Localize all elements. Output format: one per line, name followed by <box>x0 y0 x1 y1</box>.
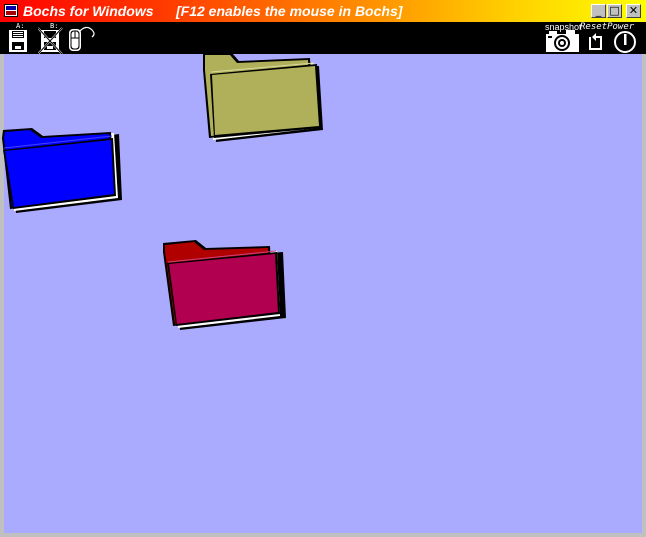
floppy-a-button[interactable] <box>6 22 32 54</box>
close-button[interactable]: ✕ <box>626 4 641 18</box>
floppy-b-icon <box>37 27 63 55</box>
minimize-button[interactable]: _ <box>591 4 606 18</box>
mouse-hint: [F12 enables the mouse in Bochs] <box>176 3 403 19</box>
snapshot-button[interactable] <box>545 22 580 54</box>
crimson-folder-icon[interactable] <box>162 240 288 332</box>
power-button[interactable] <box>612 22 640 54</box>
guest-desktop[interactable] <box>2 54 642 533</box>
olive-folder-icon[interactable] <box>202 54 328 146</box>
reset-button[interactable] <box>584 22 604 54</box>
bochs-window: Bochs for Windows [F12 enables the mouse… <box>0 0 646 537</box>
maximize-button[interactable]: □ <box>607 4 622 18</box>
mouse-toggle-button[interactable] <box>66 22 96 54</box>
title-bar[interactable]: Bochs for Windows [F12 enables the mouse… <box>0 0 646 22</box>
reset-icon <box>589 33 602 50</box>
toolbar: A: B: snapshot ResetPower <box>0 22 646 55</box>
floppy-b-button[interactable] <box>37 22 64 55</box>
power-icon <box>614 31 636 53</box>
snapshot-camera-icon <box>546 30 579 52</box>
app-icon[interactable] <box>4 4 18 17</box>
blue-folder-icon[interactable] <box>2 128 126 218</box>
floppy-a-icon <box>9 30 27 52</box>
window-title: Bochs for Windows <box>23 3 154 19</box>
mouse-icon <box>69 26 95 51</box>
